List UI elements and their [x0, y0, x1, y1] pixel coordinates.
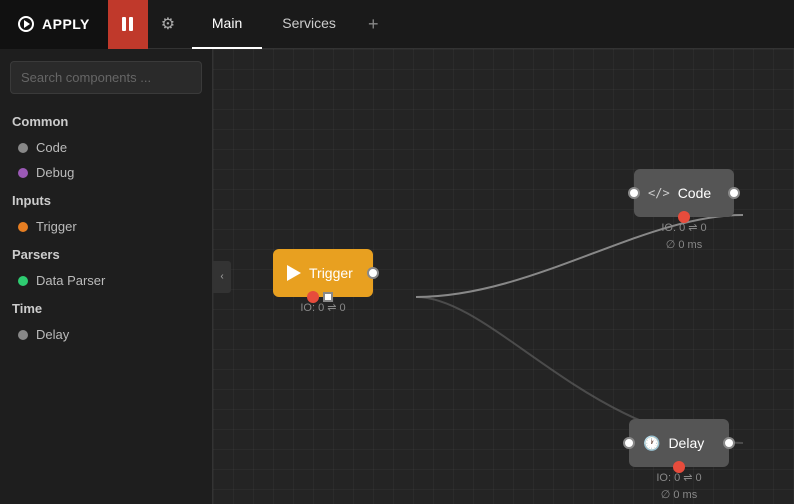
settings-button[interactable]: ⚙: [148, 0, 188, 49]
component-label: Delay: [36, 327, 69, 342]
chevron-left-icon: ‹: [220, 271, 223, 282]
delay-node[interactable]: 🕐 Delay IO: 0 ⇌ 0 ∅ 0 ms: [629, 419, 729, 501]
component-label: Debug: [36, 165, 74, 180]
code-icon: </>: [648, 186, 670, 200]
dot-icon: [18, 330, 28, 340]
list-item[interactable]: Code: [0, 135, 212, 160]
apply-button[interactable]: APPLY: [0, 0, 108, 49]
apply-label: APPLY: [42, 16, 90, 32]
pause-button[interactable]: [108, 0, 148, 49]
trigger-error-port[interactable]: [307, 291, 319, 303]
component-label: Code: [36, 140, 67, 155]
tab-services[interactable]: Services: [262, 0, 356, 49]
component-label: Trigger: [36, 219, 77, 234]
trigger-data-port[interactable]: [323, 292, 333, 302]
tab-add-button[interactable]: +: [356, 0, 391, 49]
search-input[interactable]: [11, 62, 207, 93]
delay-label: Delay: [668, 435, 704, 451]
code-output-port[interactable]: [728, 187, 740, 199]
trigger-node-body: Trigger: [273, 249, 373, 297]
section-header-parsers: Parsers: [0, 239, 212, 268]
code-timing-info: ∅ 0 ms: [666, 238, 702, 251]
trigger-node[interactable]: Trigger IO: 0 ⇌ 0: [273, 249, 373, 314]
play-icon: [287, 265, 301, 281]
list-item[interactable]: Data Parser: [0, 268, 212, 293]
tabs: Main Services +: [192, 0, 391, 49]
pause-icon: [122, 17, 133, 31]
section-header-inputs: Inputs: [0, 185, 212, 214]
topbar: APPLY ⚙ Main Services +: [0, 0, 794, 49]
trigger-output-port[interactable]: [367, 267, 379, 279]
dot-icon: [18, 222, 28, 232]
search-bar: 🔍: [10, 61, 202, 94]
list-item[interactable]: Trigger: [0, 214, 212, 239]
code-error-port[interactable]: [678, 211, 690, 223]
canvas[interactable]: ‹ Trigger IO: 0 ⇌ 0: [213, 49, 794, 504]
apply-icon: [18, 16, 34, 32]
trigger-io-info: IO: 0 ⇌ 0: [300, 301, 345, 314]
code-input-port[interactable]: [628, 187, 640, 199]
delay-input-port[interactable]: [623, 437, 635, 449]
section-header-common: Common: [0, 106, 212, 135]
dot-icon: [18, 143, 28, 153]
sidebar: 🔍 Common Code Debug Inputs Trigger Parse…: [0, 49, 213, 504]
section-header-time: Time: [0, 293, 212, 322]
code-node-body: </> Code: [634, 169, 734, 217]
dot-icon: [18, 276, 28, 286]
component-label: Data Parser: [36, 273, 105, 288]
tab-main[interactable]: Main: [192, 0, 262, 49]
delay-node-body: 🕐 Delay: [629, 419, 729, 467]
code-node[interactable]: </> Code IO: 0 ⇌ 0 ∅ 0 ms: [634, 169, 734, 251]
dot-icon: [18, 168, 28, 178]
gear-icon: ⚙: [161, 14, 175, 34]
delay-error-port[interactable]: [673, 461, 685, 473]
main-content: 🔍 Common Code Debug Inputs Trigger Parse…: [0, 49, 794, 504]
delay-timing-info: ∅ 0 ms: [661, 488, 697, 501]
list-item[interactable]: Delay: [0, 322, 212, 347]
collapse-sidebar-button[interactable]: ‹: [213, 261, 231, 293]
clock-icon: 🕐: [643, 435, 660, 452]
code-label: Code: [678, 185, 711, 201]
list-item[interactable]: Debug: [0, 160, 212, 185]
delay-output-port[interactable]: [723, 437, 735, 449]
trigger-label: Trigger: [309, 265, 353, 281]
